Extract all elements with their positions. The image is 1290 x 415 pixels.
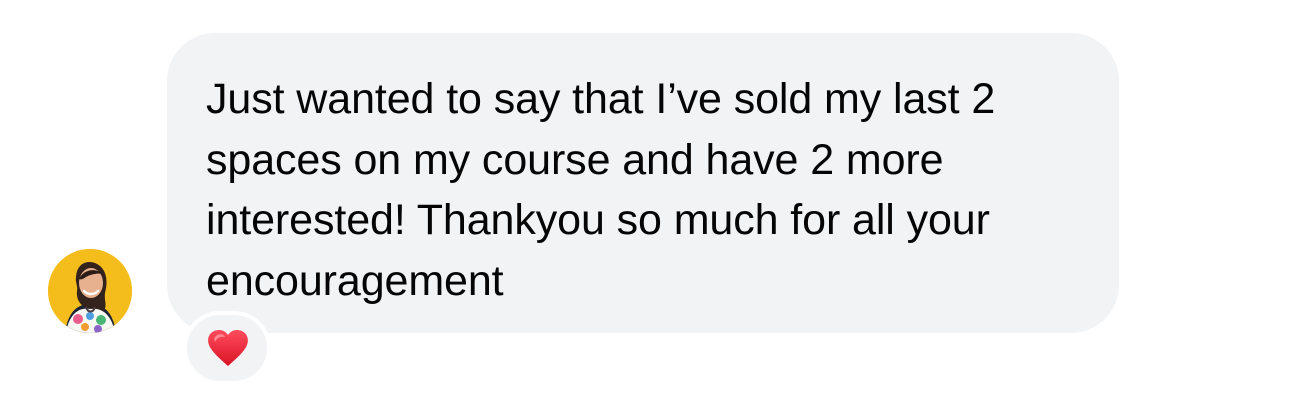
message-bubble[interactable]: Just wanted to say that I’ve sold my las… — [167, 33, 1119, 333]
avatar[interactable] — [48, 249, 132, 333]
heart-icon — [207, 329, 249, 367]
reaction-pill[interactable] — [183, 311, 271, 385]
message-text: Just wanted to say that I’ve sold my las… — [206, 75, 996, 305]
message-row: Just wanted to say that I’ve sold my las… — [0, 0, 1290, 415]
avatar-image — [48, 249, 132, 333]
